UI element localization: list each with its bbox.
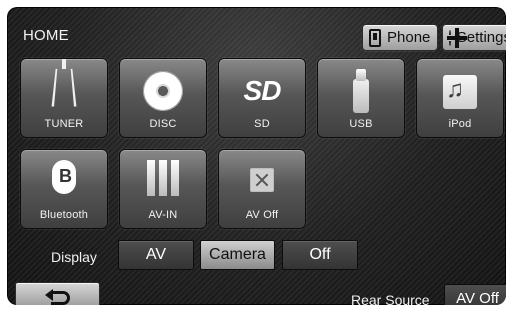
phone-button[interactable]: Phone: [362, 24, 438, 51]
source-tile-disc[interactable]: DISC: [119, 58, 207, 138]
page-title: HOME: [23, 27, 69, 44]
tile-label: TUNER: [44, 118, 84, 130]
tower-icon: [50, 59, 78, 103]
display-option-camera[interactable]: Camera: [200, 240, 275, 270]
tile-label: DISC: [149, 118, 177, 130]
gear-icon: [449, 27, 458, 48]
source-tile-tuner[interactable]: TUNER: [20, 58, 108, 138]
display-option-off[interactable]: Off: [282, 240, 358, 270]
source-tile-av-in[interactable]: AV-IN: [119, 149, 207, 229]
tile-label: USB: [349, 118, 373, 130]
display-option-av[interactable]: AV: [118, 240, 194, 270]
av-in-icon: [141, 160, 185, 196]
source-tile-av-off[interactable]: AV Off: [218, 149, 306, 229]
display-label: Display: [51, 249, 97, 265]
rear-source-value[interactable]: AV Off: [444, 284, 506, 305]
rear-source-label: Rear Source: [351, 292, 430, 305]
source-tile-bluetooth[interactable]: Bluetooth: [20, 149, 108, 229]
tile-label: AV-IN: [148, 209, 178, 221]
back-icon: [45, 289, 71, 305]
source-tile-usb[interactable]: USB: [317, 58, 405, 138]
phone-icon: [369, 28, 381, 47]
disc-icon: [143, 71, 183, 111]
usb-icon: [353, 69, 369, 113]
tile-label: AV Off: [245, 209, 279, 221]
tile-label: Bluetooth: [39, 209, 89, 221]
home-screen: HOME Phone Settings TUNER DISC SD SD USB…: [7, 7, 506, 305]
bluetooth-icon: [52, 160, 76, 194]
sd-icon: SD: [243, 75, 282, 106]
settings-button[interactable]: Settings: [442, 24, 506, 51]
phone-label: Phone: [387, 29, 431, 46]
back-button[interactable]: [15, 282, 100, 305]
ipod-icon: [443, 75, 477, 109]
source-tile-ipod[interactable]: iPod: [416, 58, 504, 138]
source-tile-sd[interactable]: SD SD: [218, 58, 306, 138]
tile-label: iPod: [448, 118, 472, 130]
tile-label: SD: [254, 118, 270, 130]
close-icon: [250, 168, 274, 192]
